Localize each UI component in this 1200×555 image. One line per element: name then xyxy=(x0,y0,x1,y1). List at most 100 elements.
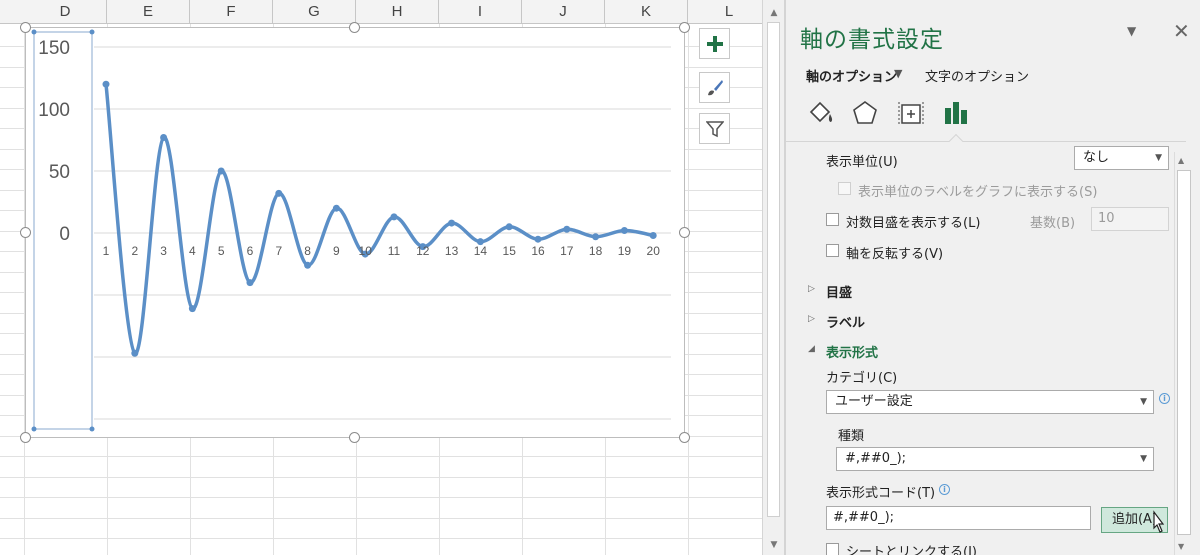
reverse-axis-label: 軸を反転する(V) xyxy=(846,247,944,262)
fill-line-icon[interactable] xyxy=(806,98,836,128)
log-scale-checkbox[interactable] xyxy=(826,213,839,226)
resize-handle-bottom-left[interactable] xyxy=(20,432,31,443)
data-point xyxy=(246,279,254,287)
column-header-j[interactable]: J xyxy=(522,0,605,24)
show-units-label-checkbox[interactable] xyxy=(838,182,851,195)
scroll-up-icon[interactable]: ▲ xyxy=(1178,156,1184,165)
pane-options-dropdown-icon[interactable]: ▼ xyxy=(1127,24,1136,38)
chart-elements-button[interactable] xyxy=(699,28,730,59)
column-header-l[interactable]: L xyxy=(688,0,762,24)
data-point xyxy=(188,305,196,313)
x-tick-label: 4 xyxy=(189,244,196,258)
column-header-k[interactable]: K xyxy=(605,0,688,24)
section-number[interactable]: 表示形式 xyxy=(826,342,878,361)
size-properties-icon[interactable] xyxy=(896,98,926,128)
x-tick-label: 19 xyxy=(618,244,632,258)
chart-styles-button[interactable] xyxy=(699,72,730,103)
x-tick-label: 18 xyxy=(589,244,603,258)
row-gridline xyxy=(0,456,762,457)
expand-triangle-icon[interactable]: ▷ xyxy=(808,314,815,324)
data-point xyxy=(620,227,628,235)
x-tick-label: 7 xyxy=(275,244,282,258)
resize-handle-bottom[interactable] xyxy=(349,432,360,443)
sheet-vertical-scrollbar[interactable]: ▲ ▼ xyxy=(762,0,784,555)
x-tick-label: 5 xyxy=(218,244,225,258)
data-point xyxy=(592,233,600,241)
column-header-f[interactable]: F xyxy=(190,0,273,24)
scroll-down-icon[interactable]: ▼ xyxy=(1178,542,1184,551)
resize-handle-bottom-right[interactable] xyxy=(679,432,690,443)
resize-handle-top[interactable] xyxy=(349,22,360,33)
column-header-d[interactable]: D xyxy=(24,0,107,24)
chart-object[interactable]: 150 100 50 0 1 2 3 4 5 6 7 8 9 10 11 12 13 14 15 16 17 18 19 20 xyxy=(25,27,685,438)
axis-selection-handle xyxy=(89,426,95,432)
tab-axis-options[interactable]: 軸のオプション xyxy=(806,66,897,85)
reverse-axis-checkbox[interactable] xyxy=(826,244,839,257)
data-point xyxy=(649,231,657,239)
x-tick-label: 20 xyxy=(647,244,661,258)
section-labels[interactable]: ラベル xyxy=(826,312,865,331)
x-tick-label: 10 xyxy=(359,244,373,258)
pane-scroll-thumb[interactable] xyxy=(1177,170,1191,535)
axis-selection-handle xyxy=(89,29,95,35)
base-input[interactable]: 10 xyxy=(1091,207,1169,231)
category-divider xyxy=(786,141,1186,142)
close-icon[interactable]: ✕ xyxy=(1173,19,1190,43)
x-tick-label: 14 xyxy=(474,244,488,258)
chevron-down-icon[interactable]: ▼ xyxy=(894,67,902,80)
data-point xyxy=(217,167,225,175)
column-header-e[interactable]: E xyxy=(107,0,190,24)
column-gridline xyxy=(688,24,689,555)
plus-icon xyxy=(706,35,723,52)
spreadsheet-area[interactable]: D E F G H I J K L 150 100 50 0 1 2 3 4 5 6 7 8 9 10 11… xyxy=(0,0,762,555)
info-icon[interactable]: i xyxy=(1159,393,1170,404)
resize-handle-top-right[interactable] xyxy=(679,22,690,33)
scroll-down-icon[interactable]: ▼ xyxy=(767,538,781,552)
axis-options-bar-icon[interactable] xyxy=(941,98,971,128)
chart-plot: 1501005001 2 3 4 5 6 7 8 9 10 11 12 13 14 15 16 17 18 19 20 xyxy=(31,29,671,432)
type-select[interactable]: #,##0_); ▼ xyxy=(836,447,1154,471)
y-tick-label: 150 xyxy=(38,38,70,59)
x-tick-label: 13 xyxy=(445,244,459,258)
data-point xyxy=(102,80,110,88)
resize-handle-top-left[interactable] xyxy=(20,22,31,33)
column-header-g[interactable]: G xyxy=(273,0,356,24)
format-code-input[interactable]: #,##0_); xyxy=(826,506,1091,530)
pentagon-effects-icon[interactable] xyxy=(850,98,880,128)
chart-filters-button[interactable] xyxy=(699,113,730,144)
display-units-label: 表示単位(U) xyxy=(826,155,898,170)
resize-handle-right[interactable] xyxy=(679,227,690,238)
display-units-value: なし xyxy=(1083,150,1110,165)
mouse-cursor-icon xyxy=(1153,510,1165,533)
x-tick-label: 16 xyxy=(531,244,545,258)
collapse-triangle-icon[interactable]: ◢ xyxy=(808,344,815,354)
data-point xyxy=(131,349,139,357)
column-header-i[interactable]: I xyxy=(439,0,522,24)
row-gridline xyxy=(0,538,762,539)
type-value: #,##0_); xyxy=(845,451,907,466)
tab-text-options[interactable]: 文字のオプション xyxy=(925,66,1029,85)
scroll-thumb[interactable] xyxy=(767,22,780,517)
x-tick-label: 2 xyxy=(131,244,138,258)
info-icon[interactable]: i xyxy=(939,484,950,495)
x-tick-label: 1 xyxy=(103,244,110,258)
data-point xyxy=(160,134,168,142)
link-to-sheet-checkbox[interactable] xyxy=(826,543,839,555)
pane-title: 軸の書式設定 xyxy=(800,27,944,53)
x-tick-label: 8 xyxy=(304,244,311,258)
x-tick-label: 12 xyxy=(416,244,430,258)
filter-icon xyxy=(705,120,724,137)
category-select[interactable]: ユーザー設定 ▼ xyxy=(826,390,1154,414)
expand-triangle-icon[interactable]: ▷ xyxy=(808,284,815,294)
display-units-select[interactable]: なし ▼ xyxy=(1074,146,1169,170)
scroll-up-icon[interactable]: ▲ xyxy=(767,6,781,20)
x-tick-label: 9 xyxy=(333,244,340,258)
y-tick-label: 0 xyxy=(59,224,70,245)
resize-handle-left[interactable] xyxy=(20,227,31,238)
row-gridline xyxy=(0,497,762,498)
data-point xyxy=(304,261,312,269)
section-tick-marks[interactable]: 目盛 xyxy=(826,282,852,301)
column-header-h[interactable]: H xyxy=(356,0,439,24)
pane-vertical-scrollbar[interactable]: ▲ ▼ xyxy=(1174,152,1194,555)
axis-selection-handle xyxy=(31,29,37,35)
